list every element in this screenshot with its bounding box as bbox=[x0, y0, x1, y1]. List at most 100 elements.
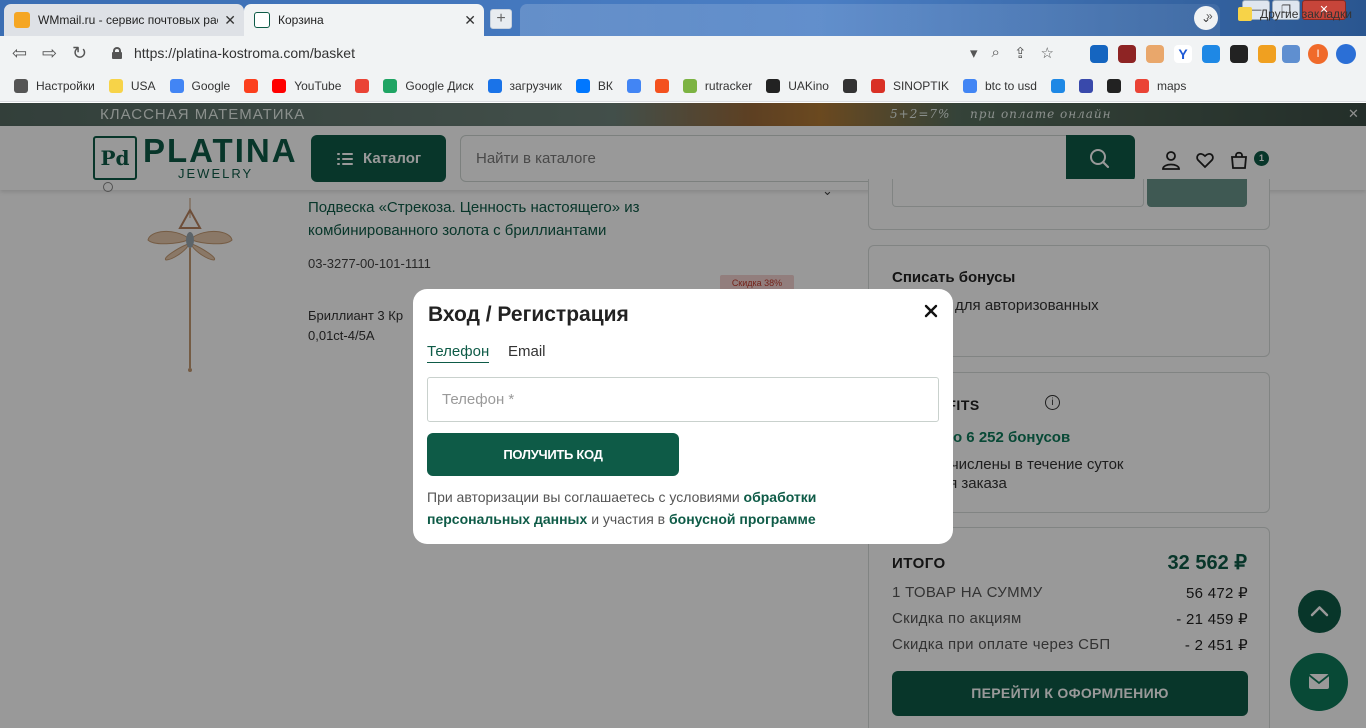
chess-icon bbox=[842, 78, 857, 93]
extension-ublock-icon[interactable] bbox=[1118, 45, 1136, 63]
bookmark-item[interactable]: rutracker bbox=[682, 78, 753, 93]
bookmark-label: загрузчик bbox=[509, 78, 562, 93]
youtube-icon bbox=[272, 78, 287, 93]
close-icon[interactable] bbox=[921, 301, 941, 321]
vk-icon bbox=[575, 78, 590, 93]
extension-face-icon[interactable] bbox=[1146, 45, 1164, 63]
phone-input[interactable] bbox=[427, 377, 939, 422]
google-icon bbox=[169, 78, 184, 93]
profile-avatar[interactable]: I bbox=[1308, 44, 1328, 64]
dropdown-icon[interactable]: ▾ bbox=[970, 44, 978, 62]
tab-phone[interactable]: Телефон bbox=[427, 343, 490, 363]
p-icon bbox=[1050, 78, 1065, 93]
url-field[interactable]: https://platina-kostroma.com/basket bbox=[100, 39, 1080, 67]
legal-text: При авторизации вы соглашаетесь с услови… bbox=[427, 486, 897, 530]
bookmark-label: Настройки bbox=[36, 78, 95, 93]
bookmark-item[interactable]: Google Диск bbox=[383, 78, 474, 93]
reload-icon[interactable]: ↻ bbox=[72, 44, 87, 62]
login-modal: Вход / Регистрация Телефон Email ПОЛУЧИТ… bbox=[413, 289, 953, 544]
bookmark-label: USA bbox=[130, 78, 156, 93]
bookmark-item[interactable] bbox=[244, 78, 259, 93]
gear-icon bbox=[14, 78, 28, 93]
bookmark-item[interactable]: USA bbox=[108, 78, 156, 93]
bookmark-item[interactable] bbox=[654, 78, 669, 93]
get-code-button[interactable]: ПОЛУЧИТЬ КОД bbox=[427, 433, 679, 476]
bookmark-label: SINOPTIK bbox=[892, 78, 949, 93]
close-tab-icon[interactable]: ✕ bbox=[224, 13, 236, 27]
bookmark-label: maps bbox=[1156, 78, 1187, 93]
browser-tab-bar: WMmail.ru - сервис почтовых рассылок ✕ К… bbox=[0, 0, 1366, 36]
bookmark-item[interactable]: загрузчик bbox=[487, 78, 562, 93]
platina-icon bbox=[254, 12, 270, 28]
bookmark-item[interactable]: Настройки bbox=[14, 78, 95, 93]
folder-icon bbox=[1238, 7, 1252, 21]
url-text: https://platina-kostroma.com/basket bbox=[134, 45, 355, 61]
bookmark-item[interactable]: UAKino bbox=[766, 78, 829, 93]
share-icon[interactable]: ⇪ bbox=[1014, 44, 1027, 62]
drive-icon bbox=[383, 78, 398, 93]
bookmark-item[interactable]: Google bbox=[169, 78, 230, 93]
modal-title: Вход / Регистрация bbox=[428, 303, 629, 326]
bookmarks-bar: Настройки USA Google YouTube Google Диск загр… bbox=[0, 70, 1366, 102]
tab-title: WMmail.ru - сервис почтовых рассылок bbox=[38, 13, 218, 27]
bonus-program-link[interactable]: бонусной программе bbox=[669, 511, 816, 527]
bookmark-item[interactable]: SINOPTIK bbox=[870, 78, 949, 93]
bookmark-label: ВК bbox=[597, 78, 613, 93]
bc-icon bbox=[1106, 78, 1121, 93]
extension-1080-icon[interactable] bbox=[1258, 45, 1276, 63]
f-icon bbox=[654, 78, 669, 93]
background-tabs bbox=[520, 4, 1220, 36]
extension-terminal-icon[interactable] bbox=[1230, 45, 1248, 63]
bookmark-item[interactable]: btc to usd bbox=[962, 78, 1037, 93]
bookmark-item[interactable] bbox=[842, 78, 857, 93]
bookmark-item[interactable] bbox=[626, 78, 641, 93]
extension-pl-icon[interactable] bbox=[1090, 45, 1108, 63]
wmmail-icon bbox=[14, 12, 30, 28]
bookmark-label: Google Диск bbox=[405, 78, 474, 93]
bookmark-item[interactable]: maps bbox=[1134, 78, 1187, 93]
gmail-icon bbox=[355, 78, 370, 93]
new-tab-button[interactable]: + bbox=[490, 9, 512, 29]
tab-email[interactable]: Email bbox=[508, 343, 546, 360]
loader-icon bbox=[487, 78, 502, 93]
menu-icon[interactable] bbox=[1336, 44, 1356, 64]
tab-basket[interactable]: Корзина ✕ bbox=[244, 4, 484, 36]
close-tab-icon[interactable]: ✕ bbox=[464, 13, 476, 27]
thermometer-icon bbox=[870, 78, 885, 93]
extensions-puzzle-icon[interactable] bbox=[1282, 45, 1300, 63]
bookmark-item[interactable] bbox=[355, 78, 370, 93]
uakino-icon bbox=[766, 78, 781, 93]
extension-10-icon[interactable] bbox=[1202, 45, 1220, 63]
back-icon[interactable]: ⇦ bbox=[12, 44, 27, 62]
address-actions: ▾ ⌕ ⇪ ☆ bbox=[970, 44, 1054, 62]
bookmark-star-icon[interactable]: ☆ bbox=[1041, 44, 1054, 62]
bookmark-label: YouTube bbox=[294, 78, 342, 93]
google-icon bbox=[962, 78, 977, 93]
legal-prefix: При авторизации вы соглашаетесь с услови… bbox=[427, 489, 740, 505]
bookmark-item[interactable] bbox=[1078, 78, 1093, 93]
extension-y-icon[interactable]: Y bbox=[1174, 45, 1192, 63]
bookmark-item[interactable] bbox=[1050, 78, 1065, 93]
bookmark-label: btc to usd bbox=[984, 78, 1037, 93]
folder-icon bbox=[108, 78, 123, 93]
legal-middle: и участия в bbox=[591, 511, 666, 527]
bookmark-item[interactable]: YouTube bbox=[272, 78, 342, 93]
bookmark-label: rutracker bbox=[704, 78, 753, 93]
bookmark-item[interactable]: ВК bbox=[575, 78, 613, 93]
other-bookmarks-label: Другие закладки bbox=[1260, 7, 1352, 21]
zoom-icon[interactable]: ⌕ bbox=[992, 44, 1000, 62]
bookmarks-overflow-button[interactable]: » bbox=[1206, 9, 1213, 23]
arrow-icon bbox=[1078, 78, 1093, 93]
bookmark-label: UAKino bbox=[788, 78, 829, 93]
translate-icon bbox=[626, 78, 641, 93]
rutracker-icon bbox=[682, 78, 697, 93]
address-bar: ⇦ ⇨ ↻ https://platina-kostroma.com/baske… bbox=[0, 36, 1366, 70]
maps-icon bbox=[1134, 78, 1149, 93]
tab-wmmail[interactable]: WMmail.ru - сервис почтовых рассылок ✕ bbox=[4, 4, 244, 36]
other-bookmarks[interactable]: Другие закладки bbox=[1238, 7, 1352, 21]
bookmark-item[interactable] bbox=[1106, 78, 1121, 93]
yandex-icon bbox=[244, 78, 259, 93]
forward-icon[interactable]: ⇨ bbox=[42, 44, 57, 62]
lock-icon bbox=[112, 47, 122, 59]
tab-title: Корзина bbox=[278, 13, 324, 27]
